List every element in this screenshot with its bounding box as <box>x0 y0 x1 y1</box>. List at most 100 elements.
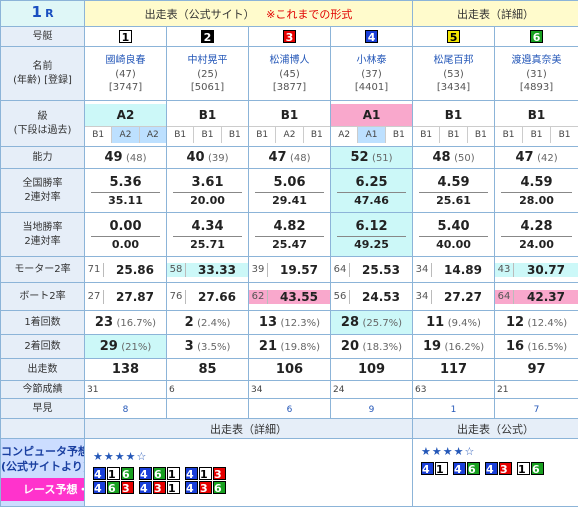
combo: 43 <box>485 462 513 476</box>
racer-name-cell[interactable]: 松浦博人 (45) [3877] <box>248 46 331 101</box>
racer-name[interactable]: 小林泰 <box>332 54 412 68</box>
combo-badge: 6 <box>213 481 226 495</box>
official-header[interactable]: 出走表（公式サイト） ※これまでの形式 <box>83 0 414 27</box>
series-cell: 21 <box>494 380 578 399</box>
boat-rate: 24.53 <box>362 289 400 304</box>
tip-cell: 9 <box>329 398 414 419</box>
loc-cell: 0.00 0.00 <box>84 212 167 257</box>
racer-reg: [3747] <box>108 81 143 93</box>
label-name-sub: (年齢) [登録] <box>13 74 72 86</box>
racer-name[interactable]: 中村晃平 <box>168 54 248 68</box>
tip-value: 7 <box>533 405 540 415</box>
grade-past: B1 <box>310 130 323 140</box>
motor-rate: 19.57 <box>280 262 318 277</box>
grade-past: B1 <box>414 127 441 143</box>
combo-badge: 6 <box>107 481 120 495</box>
ability-prev: (42) <box>537 153 558 164</box>
second-pct: (16.2%) <box>444 342 485 353</box>
ability-value: 40 <box>186 150 205 165</box>
motor-cell: 39 19.57 <box>248 256 331 283</box>
label-ability: 能力 <box>0 146 85 169</box>
frame-cell: 4 <box>329 26 414 47</box>
motor-cell: 34 14.89 <box>412 256 496 283</box>
label-name-main: 名前 <box>32 60 53 72</box>
motor-cell: 43 30.77 <box>494 256 578 283</box>
second-cell: 19 (16.2%) <box>412 334 496 359</box>
tip-cell: 1 <box>412 398 496 419</box>
tip-value: 9 <box>368 405 375 415</box>
footer-official[interactable]: 出走表（公式） <box>412 418 578 439</box>
footer-detail-link[interactable]: 出走表（詳細） <box>210 423 287 436</box>
racer-name[interactable]: 渡邉真奈美 <box>496 54 578 68</box>
racer-reg: [4401] <box>354 81 389 93</box>
racer-name-cell[interactable]: 國崎良春 (47) [3747] <box>84 46 167 101</box>
combos-right: 41464316 <box>421 462 578 476</box>
starts-count: 109 <box>357 362 386 377</box>
first-pct: (16.7%) <box>116 318 157 329</box>
combo: 463 <box>93 481 135 495</box>
loc-win: 5.40 <box>437 219 470 234</box>
series-cell: 31 <box>84 380 167 399</box>
grade-past: A2 <box>332 127 359 143</box>
footer-detail[interactable]: 出走表（詳細） <box>83 418 414 439</box>
label-grade-sub: (下段は過去) <box>13 124 72 136</box>
grade-history: B1 B1 B1 <box>168 127 248 143</box>
racer-name[interactable]: 松浦博人 <box>250 54 330 68</box>
combo-badge: 1 <box>167 481 180 495</box>
official-link[interactable]: 出走表（公式サイト） <box>145 8 255 21</box>
racer-name[interactable]: 國崎良春 <box>86 54 166 68</box>
grade-history: A2 A1 B1 <box>332 127 412 143</box>
tip-cell: 6 <box>248 398 331 419</box>
first-count: 2 <box>184 315 194 330</box>
grade-past: B1 <box>194 127 222 143</box>
racer-name-cell[interactable]: 小林泰 (37) [4401] <box>329 46 414 101</box>
nat-cell: 4.59 28.00 <box>494 168 578 213</box>
nat-2: 28.00 <box>501 192 573 208</box>
loc-win: 6.12 <box>355 219 388 234</box>
combo-badge: 6 <box>467 462 481 476</box>
starts-count: 97 <box>527 362 546 377</box>
combo-badge: 1 <box>435 462 449 476</box>
detail-header[interactable]: 出走表（詳細） <box>412 0 578 27</box>
combo-badge: 6 <box>121 467 134 481</box>
motor-no: 64 <box>332 262 350 277</box>
computer-panel: コンピュータ予想 (公式サイトより) レース予想・結果 <box>0 438 85 507</box>
starts-count: 117 <box>439 362 468 377</box>
racer-name-cell[interactable]: 松尾百邦 (53) [3434] <box>412 46 496 101</box>
result-button[interactable]: レース予想・結果 <box>1 478 84 501</box>
label-nat-2: 2連対率 <box>24 191 61 203</box>
racer-name-cell[interactable]: 中村晃平 (25) [5061] <box>166 46 249 101</box>
second-pct: (19.8%) <box>280 342 321 353</box>
label-grade: 級 (下段は過去) <box>0 100 85 147</box>
starts-cell: 85 <box>166 358 249 381</box>
series-value: 34 <box>251 384 263 395</box>
first-count: 23 <box>94 315 113 330</box>
tip-cell: 7 <box>494 398 578 419</box>
second-count: 19 <box>422 339 442 354</box>
computer-title: コンピュータ予想 <box>1 445 85 458</box>
computer-sub: (公式サイトより) <box>1 460 85 473</box>
frame-cell: 3 <box>248 26 331 47</box>
frame-badge: 6 <box>530 29 544 44</box>
racer-age: (31) <box>526 68 547 80</box>
racer-age: (37) <box>361 68 382 80</box>
combo-badge: 4 <box>185 467 198 481</box>
nat-cell: 3.61 20.00 <box>166 168 249 213</box>
racer-name-cell[interactable]: 渡邉真奈美 (31) [4893] <box>494 46 578 101</box>
stars-right: ★★★★☆ <box>421 445 476 458</box>
combo: 461 <box>139 467 181 481</box>
nat-cell: 6.25 47.46 <box>329 168 414 213</box>
series-value: 6 <box>169 384 175 395</box>
frame-badge: 2 <box>201 29 214 44</box>
detail-link[interactable]: 出走表（詳細） <box>457 8 534 21</box>
footer-official-link[interactable]: 出走表（公式） <box>457 423 534 436</box>
loc-win: 0.00 <box>109 219 142 234</box>
boat-rate: 43.55 <box>280 289 318 304</box>
boat-rate: 42.37 <box>527 289 566 304</box>
racer-name[interactable]: 松尾百邦 <box>414 54 494 68</box>
nat-cell: 5.06 29.41 <box>248 168 331 213</box>
boat-no: 76 <box>168 289 186 304</box>
first-pct: (25.7%) <box>362 318 403 329</box>
tip-cell: 8 <box>84 398 167 419</box>
nat-2: 47.46 <box>337 192 407 208</box>
